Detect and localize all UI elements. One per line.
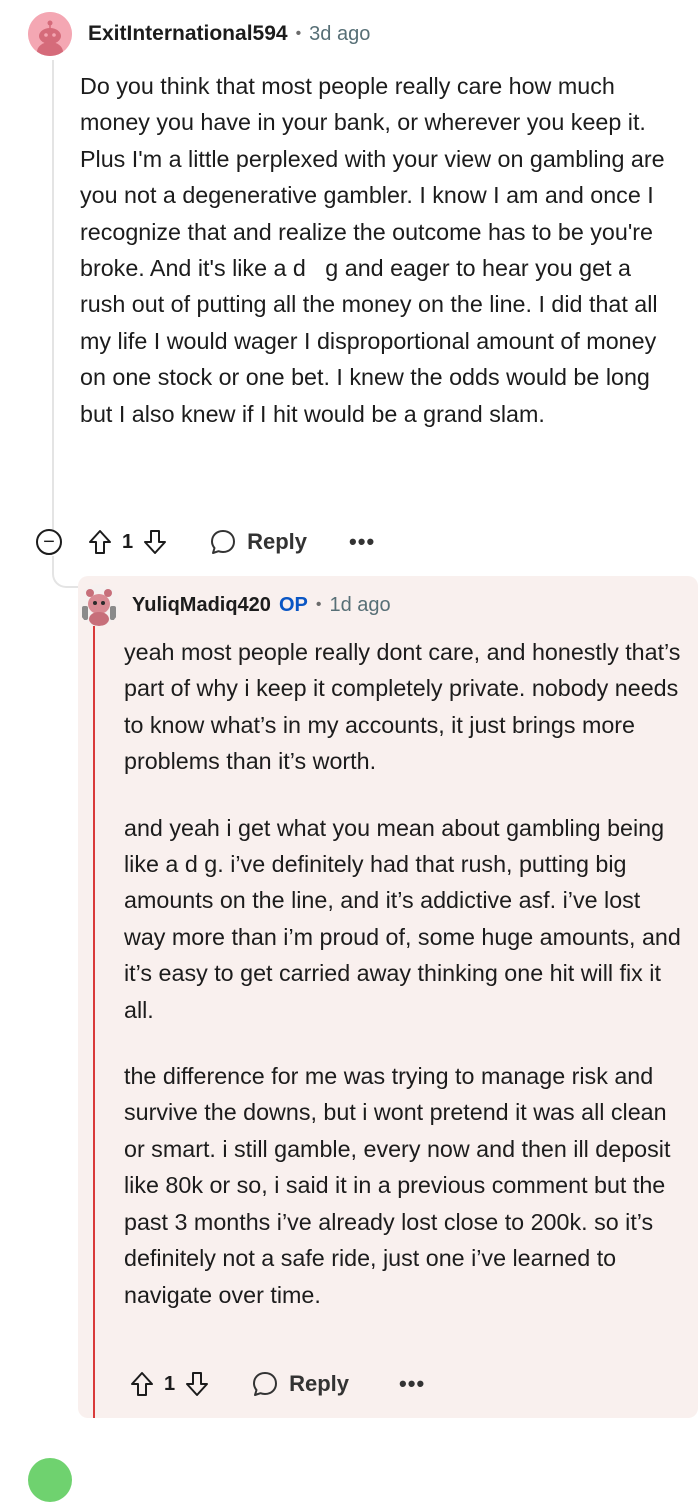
avatar[interactable] xyxy=(28,12,72,56)
thread-line xyxy=(52,60,54,530)
downvote-arrow-icon[interactable] xyxy=(185,1371,209,1397)
op-thread-line xyxy=(93,626,95,1418)
upvote-arrow-icon[interactable] xyxy=(130,1371,154,1397)
minus-circle-icon: − xyxy=(43,531,55,553)
comment-username[interactable]: ExitInternational594 xyxy=(88,22,288,46)
reply-button[interactable]: Reply xyxy=(209,528,307,556)
snoo-avatar-icon xyxy=(28,12,72,56)
reply-body: yeah most people really dont care, and h… xyxy=(124,634,684,1343)
reply-paragraph: and yeah i get what you mean about gambl… xyxy=(124,814,681,1023)
vote-group: 1 xyxy=(130,1371,209,1397)
comment-body: Do you think that most people really car… xyxy=(80,73,672,427)
separator-dot: • xyxy=(295,25,302,42)
vote-group: 1 xyxy=(88,529,167,555)
collapse-thread-button[interactable]: − xyxy=(36,529,62,555)
speech-bubble-icon xyxy=(253,1372,278,1396)
custom-avatar-icon xyxy=(78,584,120,626)
more-options-button[interactable]: ••• xyxy=(399,1371,425,1397)
avatar[interactable] xyxy=(78,584,120,626)
more-options-button[interactable]: ••• xyxy=(349,529,375,555)
vote-count: 1 xyxy=(122,530,134,553)
reply-label: Reply xyxy=(289,1371,350,1396)
reply-timestamp[interactable]: 1d ago xyxy=(329,594,390,617)
comment-action-bar: − 1 Reply ••• xyxy=(36,522,375,562)
reply-action-bar: 1 Reply ••• xyxy=(130,1364,425,1404)
reply-paragraph: the difference for me was trying to mana… xyxy=(124,1063,671,1308)
comment-header: ExitInternational594 • 3d ago xyxy=(28,12,370,56)
comment-timestamp[interactable]: 3d ago xyxy=(309,23,370,46)
op-badge: OP xyxy=(278,593,308,616)
reply-label: Reply xyxy=(247,529,308,554)
upvote-arrow-icon[interactable] xyxy=(88,529,112,555)
reply-paragraph: yeah most people really dont care, and h… xyxy=(124,639,681,775)
reply-username[interactable]: YuliqMadiq420 xyxy=(132,594,271,617)
separator-dot: • xyxy=(315,596,322,613)
downvote-arrow-icon[interactable] xyxy=(143,529,167,555)
reply-button[interactable]: Reply xyxy=(251,1370,349,1398)
vote-count: 1 xyxy=(164,1372,176,1395)
speech-bubble-icon xyxy=(211,530,236,554)
reply-header: YuliqMadiq420 OP • 1d ago xyxy=(78,582,391,628)
